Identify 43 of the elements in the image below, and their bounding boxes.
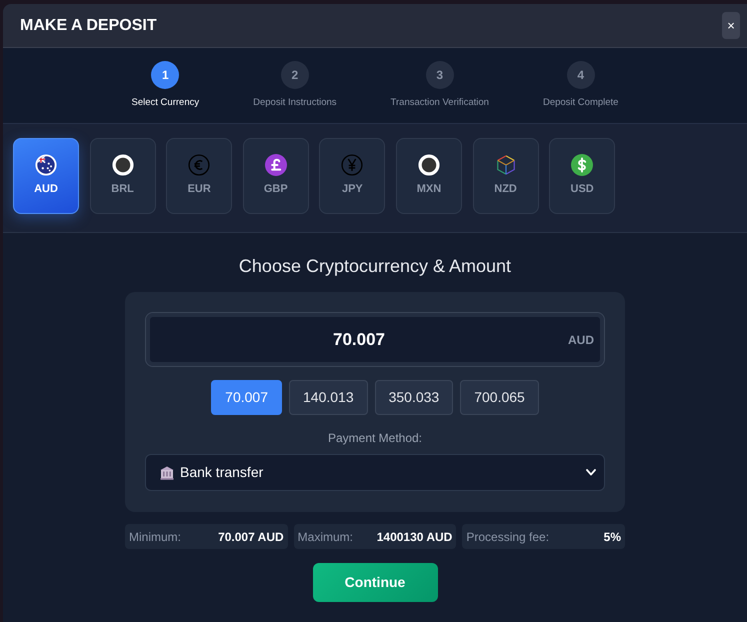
limit-label: Maximum: [298, 528, 354, 546]
currency-tile[interactable]: AUD [13, 138, 79, 214]
ring-icon [418, 154, 440, 176]
step-number: 4 [566, 61, 595, 89]
dollar-coin-icon [571, 154, 594, 176]
euro-coin-icon [188, 154, 210, 176]
limit-label: Minimum: [129, 528, 182, 546]
limit-value: 5% [604, 528, 622, 546]
amount-preset-button[interactable]: 70.007 [211, 380, 282, 415]
step-label: Deposit Complete [542, 96, 618, 109]
currency-tile[interactable]: JPY [319, 138, 386, 214]
currency-tile[interactable]: BRL [90, 138, 156, 214]
payment-method-select[interactable]: Bank transfer [145, 454, 605, 491]
cube-icon [494, 154, 517, 176]
currency-tile[interactable]: USD [549, 138, 616, 214]
currency-tile[interactable]: MXN [396, 138, 462, 214]
flag-icon [35, 154, 57, 176]
currency-tile[interactable]: EUR [166, 138, 232, 214]
chevron-down-icon [586, 469, 596, 476]
step-number: 2 [280, 61, 309, 89]
payment-method-label: Payment Method: [328, 431, 422, 445]
limit-value: 1400130 AUD [376, 528, 452, 546]
yen-coin-icon [341, 154, 364, 176]
step-number: 3 [426, 61, 454, 89]
currency-suffix: AUD [568, 332, 594, 346]
bank-icon [160, 466, 174, 480]
ring-icon [112, 154, 134, 176]
step-number: 1 [151, 61, 180, 89]
dialog-title: MAKE A DEPOSIT [20, 16, 157, 36]
step-label: Transaction Verification [390, 96, 489, 109]
amount-preset-button[interactable]: 700.065 [460, 380, 539, 415]
currency-tile[interactable]: GBP [242, 138, 309, 214]
amount-preset-button[interactable]: 140.013 [289, 380, 368, 415]
amount-preset-button[interactable]: 350.033 [374, 380, 454, 415]
step-label: Deposit Instructions [253, 96, 337, 109]
pound-coin-icon [264, 154, 287, 176]
close-button[interactable]: × [722, 12, 740, 39]
step-label: Select Currency [132, 96, 200, 109]
section-title: Choose Cryptocurrency & Amount [238, 255, 512, 277]
continue-button[interactable]: Continue [312, 563, 438, 602]
limit-value: 70.007 AUD [218, 528, 284, 546]
limit-label: Processing fee: [466, 528, 550, 546]
currency-tile[interactable]: NZD [472, 138, 539, 214]
